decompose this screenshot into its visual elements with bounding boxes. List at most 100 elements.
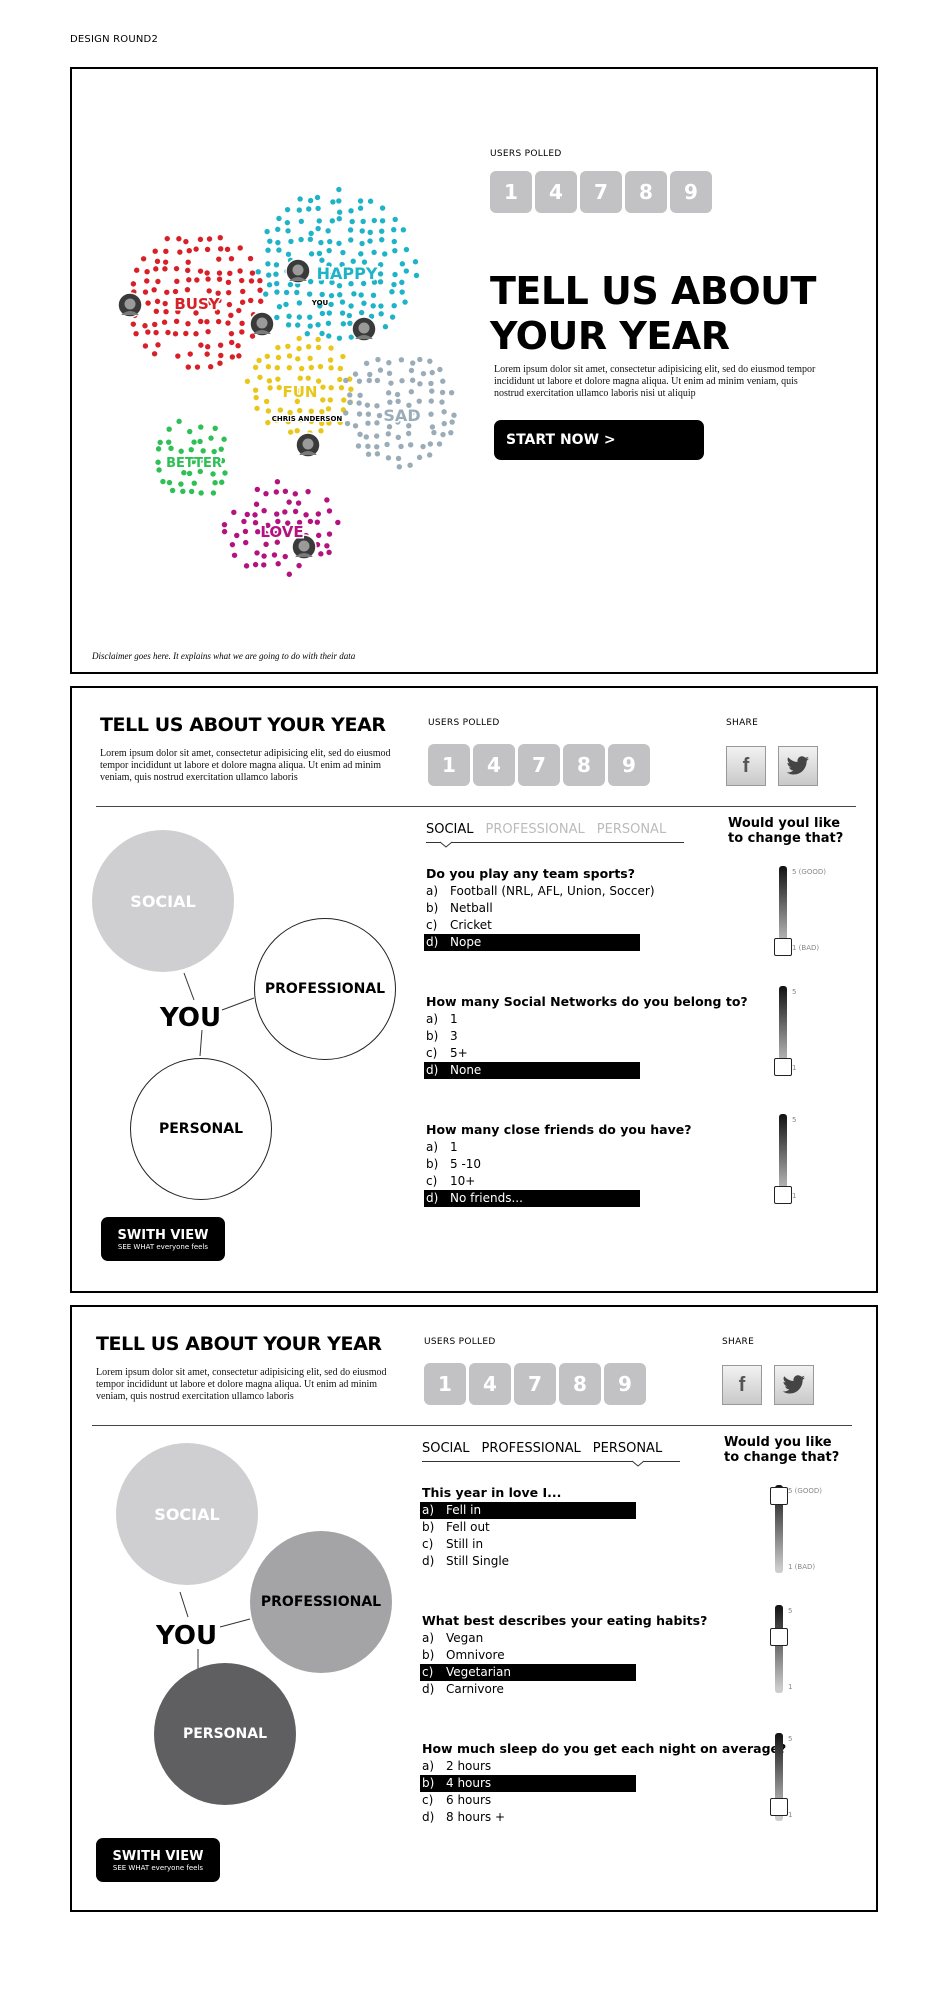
social-circle[interactable]: SOCIAL [116,1443,258,1585]
cluster-dot [319,291,325,298]
slider-handle[interactable] [774,1186,792,1204]
emotion-cluster-visualization: BUSY HAPPY FUN SAD BETTER LOVE YOU CHRIS ANDERS… [117,186,457,577]
answer-option[interactable]: b) 4 hours [420,1775,636,1792]
tab-personal[interactable]: PERSONAL [597,822,666,842]
twitter-share-button[interactable] [774,1365,814,1405]
twitter-bird-icon [782,1375,805,1394]
cluster-dot [318,239,324,246]
cluster-dot [437,366,443,373]
cluster-dot [216,270,223,276]
personal-circle[interactable]: PERSONAL [130,1058,272,1200]
cluster-dot [215,318,222,325]
counter-digit: 7 [518,744,560,786]
user-avatar[interactable] [295,432,321,458]
cluster-dot [377,261,384,268]
answer-option[interactable]: c) Cricket [424,917,640,934]
cluster-dot [217,360,223,366]
user-avatar[interactable] [351,316,377,342]
cluster-dot [185,364,191,370]
answer-option[interactable]: d) None [424,1062,640,1079]
cluster-label: BETTER [166,456,222,471]
facebook-share-button[interactable]: f [726,746,766,786]
answer-option[interactable]: c) Still in [420,1536,636,1553]
tab-professional[interactable]: PROFESSIONAL [486,822,585,842]
cluster-dot [325,228,331,234]
answer-option[interactable]: b) Omnivore [420,1647,636,1664]
cluster-dot [303,512,309,518]
answer-option[interactable]: c) 5+ [424,1045,640,1062]
answer-option[interactable]: a) 1 [424,1139,640,1156]
slider-handle[interactable] [770,1487,788,1505]
answer-option[interactable]: c) 6 hours [420,1792,636,1809]
answer-letter: b) [426,1029,439,1043]
cluster-dot [162,259,169,265]
user-avatar[interactable] [285,258,311,284]
answer-option[interactable]: a) Vegan [420,1630,636,1647]
personal-circle[interactable]: PERSONAL [154,1663,296,1805]
answer-option[interactable]: b) Fell out [420,1519,636,1536]
cluster-dot [256,357,262,364]
change-slider[interactable]: 51 [770,1733,814,1825]
answer-option[interactable]: d) 8 hours + [420,1809,636,1826]
twitter-share-button[interactable] [778,746,818,786]
answer-option[interactable]: d) Still Single [420,1553,636,1570]
change-slider[interactable]: 5 (GOOD) 1 (BAD) [774,866,826,958]
cluster-dot [166,426,172,432]
cluster-dot [370,292,377,299]
answer-option[interactable]: a) 1 [424,1011,640,1028]
answer-option[interactable]: a) 2 hours [420,1758,636,1775]
tab-social[interactable]: SOCIAL [422,1441,470,1461]
facebook-share-button[interactable]: f [722,1365,762,1405]
cluster-dot [193,331,199,337]
tab-professional[interactable]: PROFESSIONAL [482,1441,581,1461]
answer-option[interactable]: d) Nope [424,934,640,951]
start-now-button[interactable]: START NOW > [494,420,704,460]
answer-option[interactable]: d) No friends... [424,1190,640,1207]
tab-social[interactable]: SOCIAL [426,822,474,842]
slider-handle[interactable] [774,1058,792,1076]
slider-track[interactable] [775,1605,783,1693]
slider-handle[interactable] [770,1798,788,1816]
cluster-dot [343,377,349,384]
user-avatar[interactable] [249,311,275,337]
answer-option[interactable]: b) Netball [424,900,640,917]
answer-option[interactable]: c) 10+ [424,1173,640,1190]
cluster-dot [252,561,259,568]
users-polled-counter: 14789 [490,171,712,213]
answer-option[interactable]: a) Fell in [420,1502,636,1519]
cluster-dot [327,238,333,245]
switch-view-button[interactable]: SWITH VIEW SEE WHAT everyone feels [96,1838,220,1882]
answer-option[interactable]: a) Football (NRL, AFL, Union, Soccer) [424,883,655,900]
switch-view-button[interactable]: SWITH VIEW SEE WHAT everyone feels [101,1217,225,1261]
answer-option[interactable]: d) Carnivore [420,1681,636,1698]
cluster-dot [409,360,416,366]
counter-digit: 8 [563,744,605,786]
change-slider[interactable]: 5 (GOOD) 1 (BAD) [770,1485,822,1577]
change-slider[interactable]: 51 [770,1605,814,1697]
cluster-dot [286,571,293,577]
answer-option[interactable]: b) 3 [424,1028,640,1045]
slider-handle[interactable] [774,938,792,956]
cluster-dot [308,230,314,237]
cluster-dot [151,351,158,357]
answer-option[interactable]: b) 5 -10 [424,1156,640,1173]
counter-digit: 9 [670,171,712,213]
cluster-dot [154,298,161,305]
professional-circle[interactable]: PROFESSIONAL [254,918,396,1060]
change-slider[interactable]: 51 [774,1114,818,1206]
cluster-dot [392,247,398,254]
cluster-dot [217,246,224,252]
cluster-dot [285,322,292,328]
connector-professional [221,997,255,1011]
social-circle[interactable]: SOCIAL [92,830,234,972]
slider-handle[interactable] [770,1628,788,1646]
cluster-dot [200,448,206,454]
cluster-dot [417,381,423,387]
answer-option[interactable]: c) Vegetarian [420,1664,636,1681]
answer-letter: b) [426,901,439,915]
cluster-dot [320,384,326,390]
change-slider[interactable]: 51 [774,986,818,1078]
tab-personal[interactable]: PERSONAL [593,1441,662,1461]
professional-circle[interactable]: PROFESSIONAL [250,1531,392,1673]
user-avatar[interactable] [117,292,143,318]
